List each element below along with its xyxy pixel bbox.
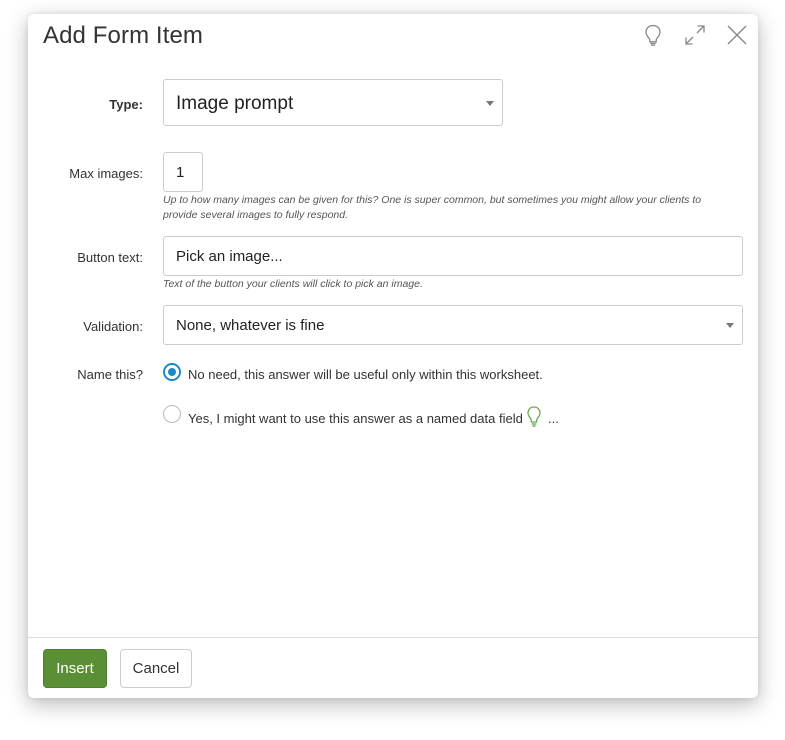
- add-form-item-dialog: Add Form Item Type: Image prompt Max ima…: [28, 14, 758, 698]
- validation-select[interactable]: None, whatever is fine: [163, 305, 743, 345]
- dialog-title: Add Form Item: [43, 22, 204, 49]
- max-images-input[interactable]: [163, 152, 203, 192]
- button-text-help: Text of the button your clients will cli…: [163, 278, 423, 290]
- button-text-input[interactable]: [163, 236, 743, 276]
- lightbulb-icon[interactable]: [640, 22, 666, 48]
- validation-select-value: None, whatever is fine: [176, 317, 325, 334]
- radio-named-field-label[interactable]: Yes, I might want to use this answer as …: [188, 411, 523, 426]
- dialog-footer: [28, 637, 758, 638]
- close-icon[interactable]: [724, 22, 750, 48]
- type-select-value: Image prompt: [176, 93, 294, 114]
- max-images-label: Max images:: [69, 166, 143, 181]
- lightbulb-icon[interactable]: [525, 405, 543, 429]
- radio-no-need[interactable]: [163, 363, 181, 381]
- chevron-down-icon: [726, 323, 734, 328]
- button-text-label: Button text:: [77, 250, 143, 265]
- insert-button[interactable]: Insert: [43, 649, 107, 688]
- name-this-label: Name this?: [77, 367, 143, 382]
- cancel-button[interactable]: Cancel: [120, 649, 192, 688]
- expand-icon[interactable]: [682, 22, 708, 48]
- radio-named-field[interactable]: [163, 405, 181, 423]
- named-field-more[interactable]: ...: [548, 411, 559, 426]
- radio-no-need-label[interactable]: No need, this answer will be useful only…: [188, 367, 543, 382]
- chevron-down-icon: [486, 100, 494, 106]
- max-images-help: Up to how many images can be given for t…: [163, 194, 702, 221]
- validation-label: Validation:: [83, 319, 143, 334]
- type-label: Type:: [109, 97, 143, 112]
- type-select[interactable]: Image prompt: [163, 79, 503, 126]
